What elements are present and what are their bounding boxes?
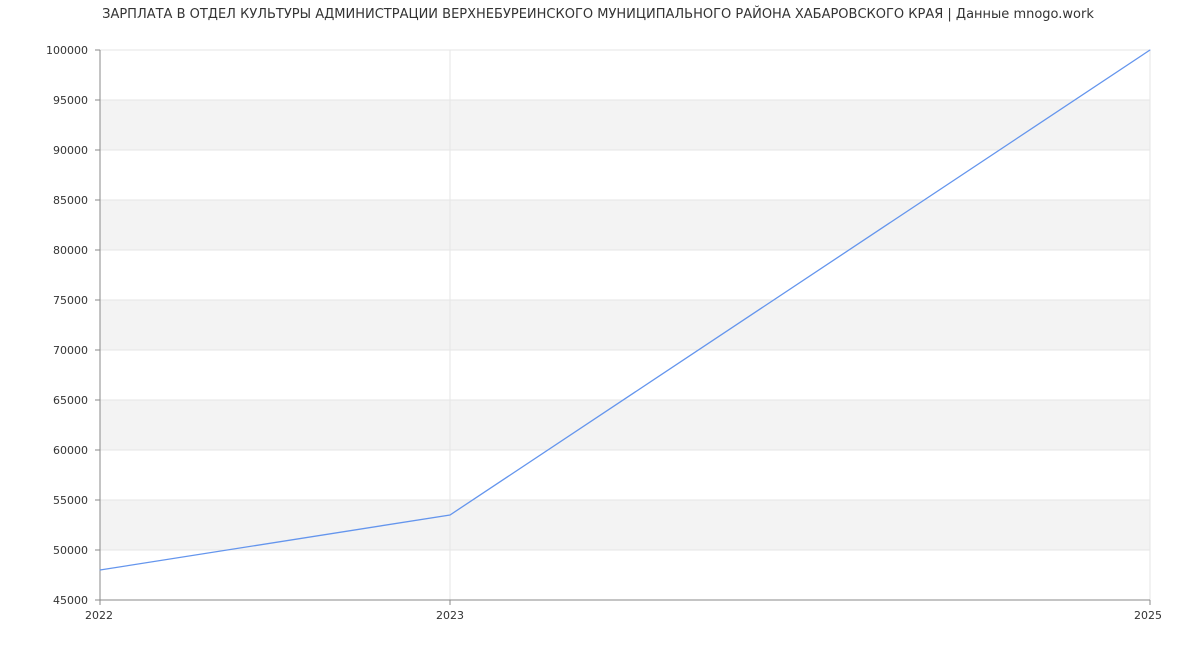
y-tick-label: 60000 — [53, 444, 88, 457]
y-tick-label: 50000 — [53, 544, 88, 557]
x-tick-label: 2025 — [1134, 609, 1162, 622]
y-tick-label: 80000 — [53, 244, 88, 257]
y-tick-label: 65000 — [53, 394, 88, 407]
plot-band — [100, 300, 1150, 350]
y-tick-label: 85000 — [53, 194, 88, 207]
x-tick-label: 2023 — [436, 609, 464, 622]
plot-band — [100, 400, 1150, 450]
y-tick-label: 95000 — [53, 94, 88, 107]
plot-band — [100, 200, 1150, 250]
y-tick-label: 100000 — [46, 44, 88, 57]
y-tick-label: 90000 — [53, 144, 88, 157]
x-axis-ticks: 2022 2023 2025 — [85, 600, 1162, 622]
plot-band — [100, 100, 1150, 150]
y-tick-label: 75000 — [53, 294, 88, 307]
y-tick-label: 55000 — [53, 494, 88, 507]
x-tick-label: 2022 — [85, 609, 113, 622]
data-point — [99, 569, 101, 571]
data-point — [1149, 49, 1151, 51]
plot-bands — [100, 100, 1150, 550]
y-tick-label: 70000 — [53, 344, 88, 357]
y-axis-ticks: 45000 50000 55000 60000 65000 70000 75000 80000… — [46, 44, 100, 607]
plot-band — [100, 500, 1150, 550]
y-tick-label: 45000 — [53, 594, 88, 607]
data-point — [449, 514, 451, 516]
chart-title: ЗАРПЛАТА В ОТДЕЛ КУЛЬТУРЫ АДМИНИСТРАЦИИ … — [102, 6, 1094, 22]
salary-line-chart: ЗАРПЛАТА В ОТДЕЛ КУЛЬТУРЫ АДМИНИСТРАЦИИ … — [46, 6, 1162, 622]
